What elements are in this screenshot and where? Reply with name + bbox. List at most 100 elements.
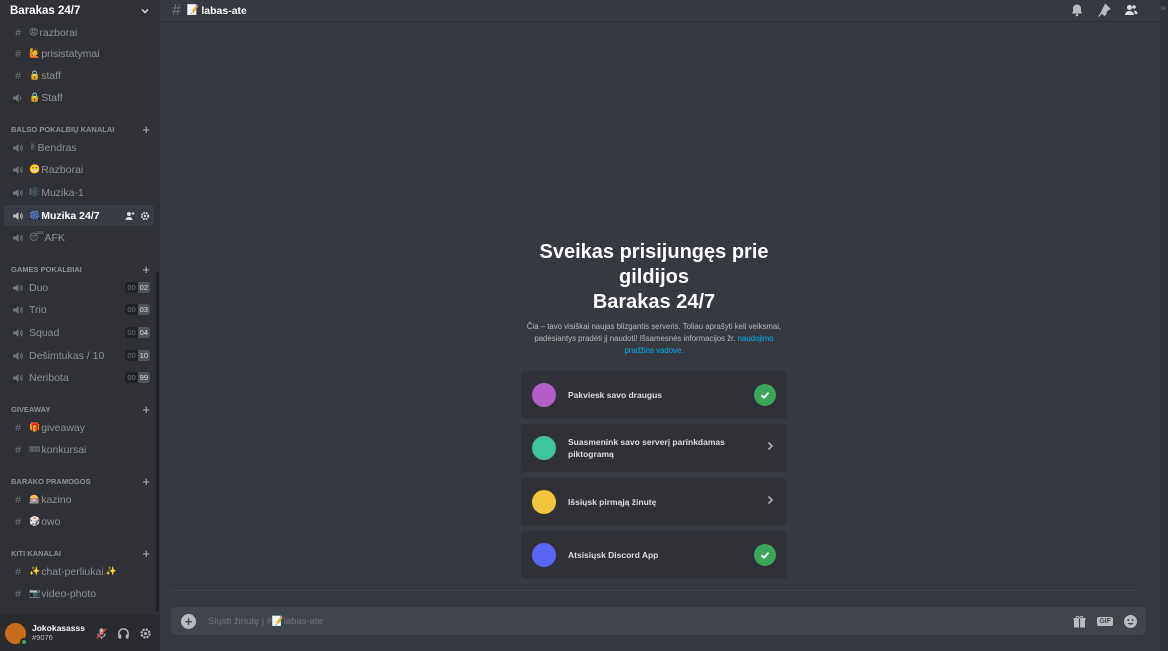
message-composer[interactable]: + Siųsti žinutę į #📝labas-ate GIF <box>171 607 1146 635</box>
gif-icon[interactable]: GIF <box>1097 616 1113 626</box>
emoji-icon[interactable] <box>1123 614 1138 629</box>
paintbrush-icon <box>532 436 556 460</box>
channel-emoji: ✌ <box>29 142 37 152</box>
card-label: Išsiųsk pirmąją žinutę <box>568 497 657 507</box>
chevron-down-icon <box>141 9 149 14</box>
channel-kazino[interactable]: # 🎰 kazino <box>4 489 154 510</box>
channel-label: Muzika-1 <box>41 186 84 199</box>
voice-channel-bendras[interactable]: ✌ Bendras <box>4 137 154 158</box>
avatar[interactable] <box>5 622 28 646</box>
speaker-icon <box>11 281 25 295</box>
hash-icon: # <box>15 515 21 528</box>
hash-icon: # <box>15 443 21 456</box>
speaker-icon <box>11 231 25 245</box>
channel-staff-text[interactable]: # 🔒 staff <box>4 65 154 86</box>
notification-bell-icon[interactable] <box>1070 3 1084 17</box>
channel-emoji: 🎟 <box>29 444 41 454</box>
channel-label: Neribota <box>29 371 69 384</box>
channel-konkursai[interactable]: # 🎟 konkursai <box>4 439 154 460</box>
checkmark-icon <box>754 544 776 566</box>
add-channel-icon[interactable]: + <box>142 402 150 417</box>
channel-label: Dešimtukas / 10 <box>29 349 105 362</box>
gear-icon[interactable] <box>140 211 150 221</box>
gift-icon[interactable] <box>1072 614 1087 629</box>
hash-icon: # <box>15 47 21 60</box>
category-label: GIVEAWAY <box>11 404 51 414</box>
channel-label: Muzika 24/7 <box>41 209 100 222</box>
channel-chat-perliukai[interactable]: # ✨ chat-perliukai ✨ <box>4 561 154 582</box>
category-voice[interactable]: BALSO POKALBIŲ KANALAI + <box>0 122 160 137</box>
card-label: Suasmenink savo serverį parinkdamas pikt… <box>568 437 725 459</box>
voice-channel-neribota[interactable]: Neribota 00 99 <box>4 367 154 388</box>
user-limit-badge: 00 10 <box>125 350 150 361</box>
channel-label: razborai <box>39 26 78 39</box>
invite-member-icon[interactable] <box>125 211 135 221</box>
card-label: Atsisiųsk Discord App <box>568 550 659 560</box>
user-settings-gear-icon[interactable] <box>139 627 152 640</box>
pin-icon[interactable] <box>1097 3 1111 17</box>
invite-friends-card[interactable]: Pakviesk savo draugus <box>521 371 787 419</box>
category-kiti[interactable]: KITI KANALAI + <box>0 546 160 561</box>
upload-plus-icon[interactable]: + <box>181 613 196 629</box>
speaker-icon <box>11 186 25 200</box>
mute-microphone-icon[interactable] <box>95 627 108 640</box>
category-barako[interactable]: BARAKO PRAMOGOS + <box>0 474 160 489</box>
channel-emoji: ✨ <box>29 566 41 576</box>
user-limit-badge: 00 02 <box>125 282 150 293</box>
channel-label: Staff <box>41 91 63 104</box>
category-games[interactable]: GAMES POKALBIAI + <box>0 262 160 277</box>
channel-label: kazino <box>41 493 72 506</box>
channel-video-photo[interactable]: # 📷 video-photo <box>4 583 154 604</box>
channel-emoji: 🔒 <box>29 92 41 102</box>
channel-giveaway[interactable]: # 🎁 giveaway <box>4 417 154 438</box>
personalize-server-card[interactable]: Suasmenink savo serverį parinkdamas pikt… <box>521 424 787 472</box>
voice-channel-desimtukas[interactable]: Dešimtukas / 10 00 10 <box>4 345 154 366</box>
user-limit-badge: 00 04 <box>125 327 150 338</box>
channel-header: # 📝 labas-ate <box>160 0 1160 22</box>
add-channel-icon[interactable]: + <box>142 546 150 561</box>
channel-label: prisistatymai <box>41 47 100 60</box>
voice-channel-duo[interactable]: Duo 00 02 <box>4 277 154 298</box>
locked-speaker-icon <box>11 91 25 105</box>
channel-razborai[interactable]: # 😡 razborai <box>4 22 154 43</box>
sidebar-scrollbar[interactable] <box>156 272 159 612</box>
channel-list: # 😡 razborai # 🙋 prisistatymai # 🔒 staff… <box>0 22 160 615</box>
add-channel-icon[interactable]: + <box>142 474 150 489</box>
add-channel-icon[interactable]: + <box>142 122 150 137</box>
speaker-icon <box>11 326 25 340</box>
download-app-card[interactable]: Atsisiųsk Discord App <box>521 531 787 579</box>
user-limit-badge: 00 03 <box>125 304 150 315</box>
headphones-icon[interactable] <box>117 627 130 640</box>
voice-channel-trio[interactable]: Trio 00 03 <box>4 299 154 320</box>
send-first-message-card[interactable]: Išsiųsk pirmąją žinutę <box>521 478 787 526</box>
category-giveaway[interactable]: GIVEAWAY + <box>0 402 160 417</box>
speaker-icon <box>11 141 25 155</box>
channel-label: giveaway <box>41 421 85 434</box>
channel-prisistatymai[interactable]: # 🙋 prisistatymai <box>4 43 154 64</box>
member-list-icon[interactable] <box>1124 3 1138 17</box>
voice-channel-afk[interactable]: 😴 AFK <box>4 227 154 248</box>
voice-channel-razborai[interactable]: 😬 Razborai <box>4 159 154 180</box>
voice-channel-squad[interactable]: Squad 00 04 <box>4 322 154 343</box>
channel-label: staff <box>41 69 61 82</box>
message-input-placeholder[interactable]: Siųsti žinutę į #📝labas-ate <box>208 616 323 627</box>
category-label: GAMES POKALBIAI <box>11 264 82 274</box>
welcome-title: Sveikas prisijungęs prie gildijos Baraka… <box>516 240 792 315</box>
chevron-right-icon <box>764 439 776 457</box>
speaker-icon <box>11 303 25 317</box>
chat-bubble-icon <box>532 490 556 514</box>
channel-emoji: 🔒 <box>29 70 41 80</box>
locked-hash-icon: # <box>15 69 21 82</box>
checkmark-icon <box>754 384 776 406</box>
add-channel-icon[interactable]: + <box>142 262 150 277</box>
invite-friends-icon <box>532 383 556 407</box>
channel-staff-voice[interactable]: 🔒 Staff <box>4 87 154 108</box>
card-label: Pakviesk savo draugus <box>568 390 663 400</box>
voice-channel-muzika-24-7[interactable]: 🎆 Muzika 24/7 <box>4 205 154 226</box>
category-label: BALSO POKALBIŲ KANALAI <box>11 124 115 134</box>
voice-channel-muzika-1[interactable]: 🎼 Muzika-1 <box>4 182 154 203</box>
channel-label: AFK <box>44 231 65 244</box>
server-header[interactable]: Barakas 24/7 <box>0 0 160 22</box>
channel-owo[interactable]: # 🎲 owo <box>4 511 154 532</box>
channel-emoji: 😬 <box>29 164 41 174</box>
